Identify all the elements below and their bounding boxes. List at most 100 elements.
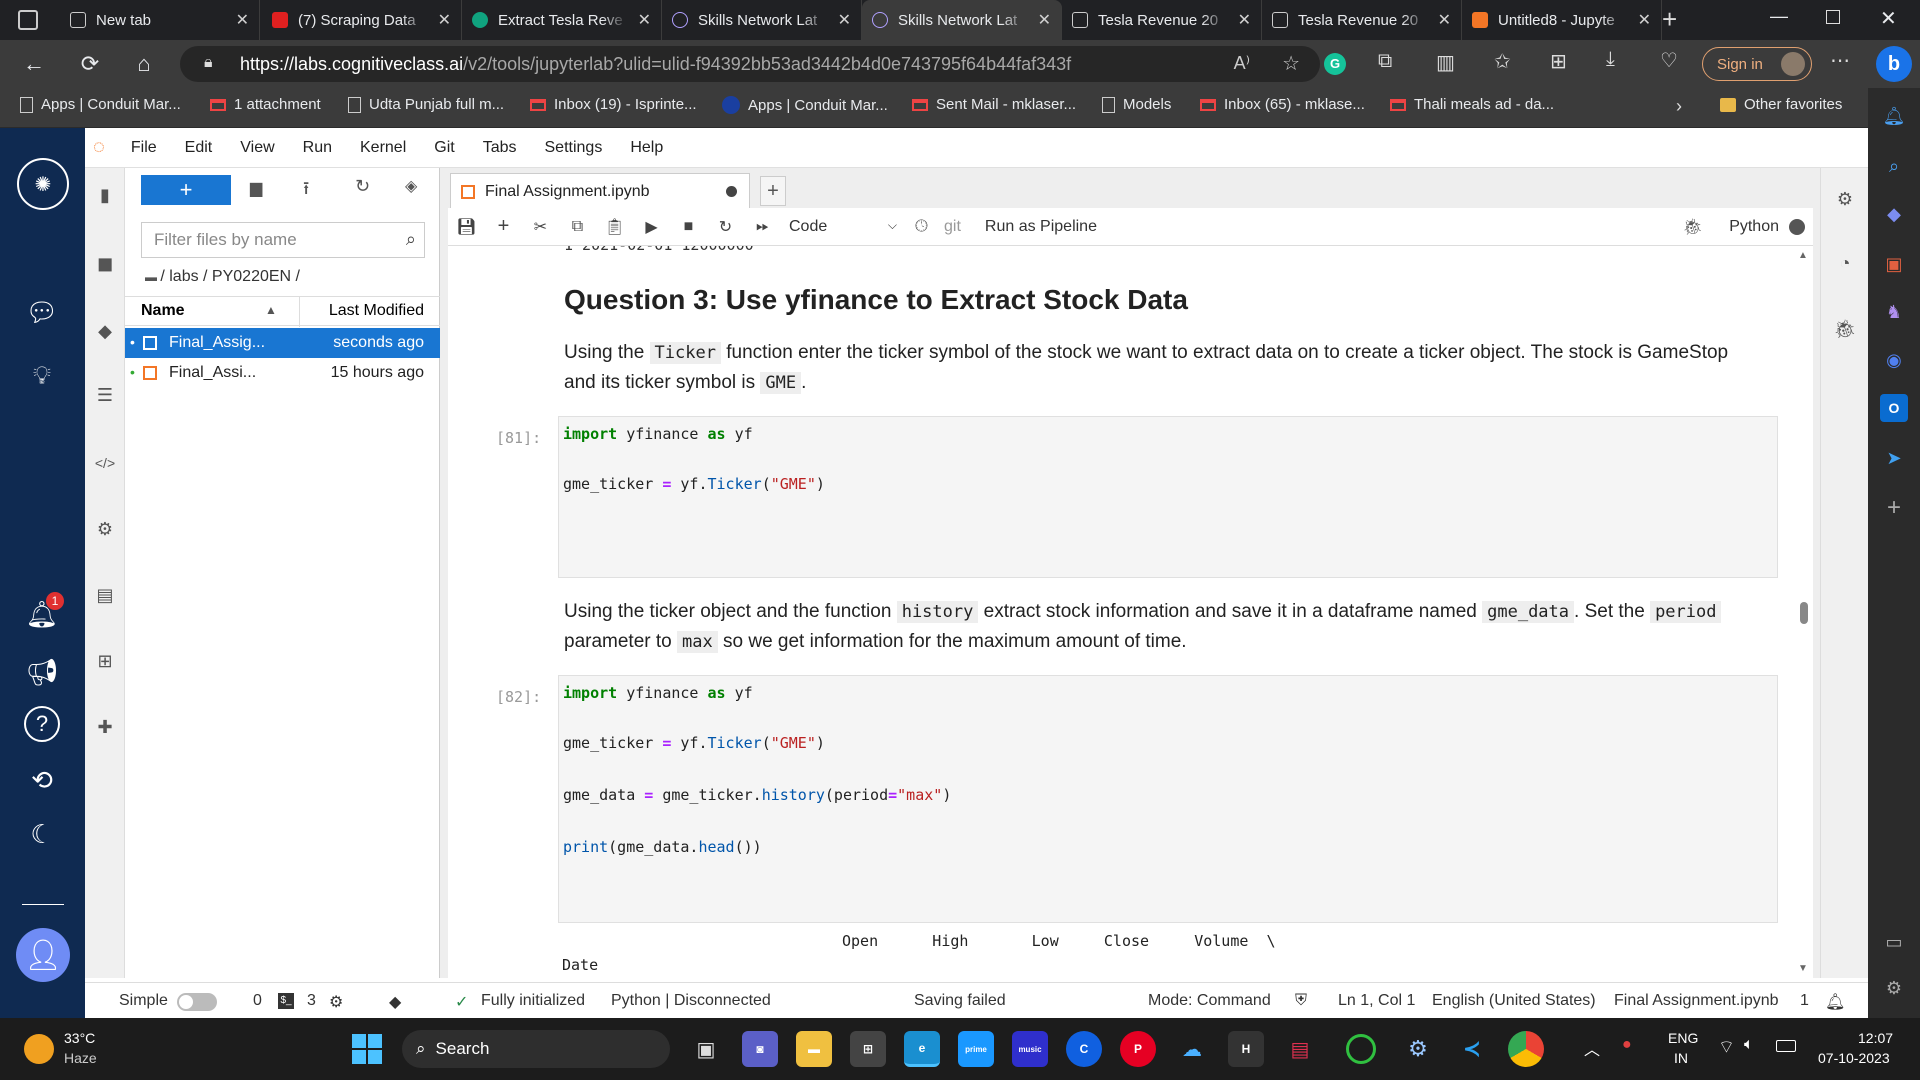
home-button[interactable]: ⌂ (126, 46, 162, 82)
menu-settings[interactable]: Settings (531, 139, 617, 157)
volume-icon[interactable]: 🔈︎ (1744, 1036, 1754, 1054)
code-cell-81[interactable]: import yfinance as yf gme_ticker = yf.Tic… (558, 416, 1778, 578)
close-tab-icon[interactable]: ✕ (1038, 10, 1051, 30)
browser-tab[interactable]: Tesla Revenue 20 ✕ (1262, 0, 1462, 40)
bookmark-item[interactable]: Apps | Conduit Mar... (722, 96, 888, 114)
lsp-status[interactable]: Fully initialized (481, 992, 585, 1010)
outlook-icon[interactable]: O (1880, 394, 1908, 422)
messaging-icon[interactable]: ▤ (1282, 1031, 1318, 1067)
file-row[interactable]: • Final_Assi... 15 hours ago (125, 358, 440, 388)
resource-usage-icon[interactable]: ◔ (1832, 250, 1858, 276)
bookmark-item[interactable]: Models (1102, 96, 1171, 113)
property-inspector-icon[interactable]: ▤ (92, 582, 118, 608)
tray-app-icon[interactable]: ● (1622, 1036, 1632, 1054)
lightbulb-icon[interactable]: 💡︎ (20, 354, 64, 398)
copilot-icon[interactable]: b (1876, 46, 1912, 82)
extensions-grid-icon[interactable]: ⊞ (92, 648, 118, 674)
file-explorer-icon[interactable]: ▬ (796, 1031, 832, 1067)
settings-icon[interactable]: ⚙ (1400, 1031, 1436, 1067)
announcement-icon[interactable]: 📢︎ (20, 650, 64, 694)
h-app-icon[interactable]: H (1228, 1031, 1264, 1067)
search-icon[interactable]: ⌕ (1880, 152, 1908, 180)
other-favorites[interactable]: Other favorites (1720, 96, 1842, 113)
browser-tab[interactable]: New tab ✕ (60, 0, 260, 40)
table-of-contents-icon[interactable]: ☰ (92, 382, 118, 408)
cloud-app-icon[interactable]: ☁ (1174, 1031, 1210, 1067)
browser-tab[interactable]: Skills Network Lat ✕ (662, 0, 862, 40)
bookmark-item[interactable]: Inbox (19) - Isprinte... (530, 96, 697, 113)
refresh-icon[interactable]: ↻ (355, 176, 370, 197)
menu-run[interactable]: Run (289, 139, 346, 157)
close-tab-icon[interactable]: ✕ (1238, 10, 1251, 30)
git-label[interactable]: git (944, 218, 961, 236)
tray-overflow-chevron-icon[interactable]: ︿ (1584, 1036, 1600, 1060)
git-clone-icon[interactable]: ◈ (405, 176, 417, 196)
browser-tab[interactable]: (7) Scraping Data ✕ (262, 0, 462, 40)
battery-icon[interactable] (1776, 1040, 1796, 1052)
restore-button[interactable] (1826, 10, 1840, 24)
filter-files-input[interactable]: Filter files by name ⌕ (141, 222, 425, 258)
new-tab-button[interactable]: + (760, 176, 786, 206)
terminal-count[interactable]: 3 (307, 992, 316, 1010)
code-cell-82[interactable]: import yfinance as yf gme_ticker = yf.Tic… (558, 675, 1778, 923)
run-icon[interactable]: ▶ (633, 217, 670, 237)
favorites-icon[interactable]: ✩ (1494, 49, 1511, 74)
browser-tab[interactable]: Untitled8 - Jupyte ✕ (1462, 0, 1662, 40)
property-gears-icon[interactable]: ⚙ (1832, 186, 1858, 212)
temperature[interactable]: 33°C (64, 1030, 95, 1046)
weather-icon[interactable] (24, 1034, 54, 1064)
folder-icon[interactable]: ▮ (92, 182, 118, 208)
file-row[interactable]: • Final_Assig... seconds ago (125, 328, 440, 358)
running-sessions-icon[interactable]: ◼ (92, 250, 118, 276)
name-column-header[interactable]: Name (141, 302, 185, 320)
notification-bell-icon[interactable]: 🔔︎ (1880, 102, 1908, 130)
menu-edit[interactable]: Edit (171, 139, 227, 157)
menu-tabs[interactable]: Tabs (469, 139, 531, 157)
close-tab-icon[interactable]: ✕ (236, 10, 249, 30)
hide-sidebar-icon[interactable]: ▭ (1880, 928, 1908, 956)
bookmark-item[interactable]: Apps | Conduit Mar... (20, 96, 181, 113)
amazon-music-icon[interactable]: music (1012, 1031, 1048, 1067)
pinterest-icon[interactable]: P (1120, 1031, 1156, 1067)
modified-column-header[interactable]: Last Modified (329, 302, 424, 320)
clock-icon[interactable]: 🕓︎ (903, 218, 940, 236)
breadcrumb[interactable]: ▬ / labs / PY0220EN / (145, 268, 300, 286)
notebook-content[interactable]: 1 2021-02-01 12000000 Question 3: Use yf… (448, 246, 1813, 978)
browser-essentials-icon[interactable]: ♡ (1660, 48, 1678, 73)
downloads-icon[interactable]: ⤓ (1606, 48, 1615, 71)
browser-tab[interactable]: Skills Network Lat ✕ (862, 0, 1062, 40)
new-folder-icon[interactable]: ▆ (250, 178, 262, 198)
address-input[interactable]: 🔒︎ https://labs.cognitiveclass.ai/v2/too… (180, 46, 1320, 82)
help-icon[interactable]: ? (24, 706, 60, 742)
start-button[interactable] (352, 1034, 382, 1064)
kernel-state[interactable]: Python | Disconnected (611, 992, 771, 1010)
prime-video-icon[interactable]: prime (958, 1031, 994, 1067)
grammarly-icon[interactable]: G (1324, 53, 1346, 75)
bell-icon[interactable]: 🔔︎ (1825, 992, 1845, 1012)
git-status-icon[interactable]: ◆ (389, 992, 401, 1012)
settings-gear-icon[interactable]: ⚙ (92, 516, 118, 542)
stop-icon[interactable]: ■ (670, 218, 707, 236)
close-tab-icon[interactable]: ✕ (1638, 10, 1651, 30)
cell-type-select[interactable]: Code ⌵ (789, 218, 897, 236)
menu-git[interactable]: Git (420, 139, 468, 157)
new-tab-button[interactable]: + (1662, 4, 1677, 35)
fast-forward-icon[interactable]: ⏩︎ (744, 218, 781, 236)
chrome-icon[interactable] (1508, 1031, 1544, 1067)
run-as-pipeline-button[interactable]: Run as Pipeline (985, 218, 1097, 236)
menu-help[interactable]: Help (616, 139, 677, 157)
menu-kernel[interactable]: Kernel (346, 139, 420, 157)
notification-count[interactable]: 1 (1800, 992, 1809, 1010)
bookmark-item[interactable]: Inbox (65) - mklase... (1200, 96, 1365, 113)
vscode-icon[interactable]: ≺ (1454, 1031, 1490, 1067)
code-snippets-icon[interactable]: </> (92, 450, 118, 476)
scroll-thumb[interactable] (1800, 602, 1808, 624)
sync-icon[interactable]: ⟲ (20, 758, 64, 802)
kernel-usage-icon[interactable]: ⚙ (329, 992, 343, 1012)
collections-icon[interactable]: ⊞ (1550, 49, 1567, 74)
scrollbar[interactable]: ▲ ▼ (1795, 246, 1811, 978)
debugger-bug-icon[interactable]: 🐞︎ (1683, 217, 1703, 237)
add-sidebar-app-icon[interactable]: + (1880, 494, 1908, 522)
extensions-icon[interactable]: ⧉ (1378, 50, 1392, 73)
clock-date[interactable]: 07-10-2023 (1818, 1050, 1890, 1066)
